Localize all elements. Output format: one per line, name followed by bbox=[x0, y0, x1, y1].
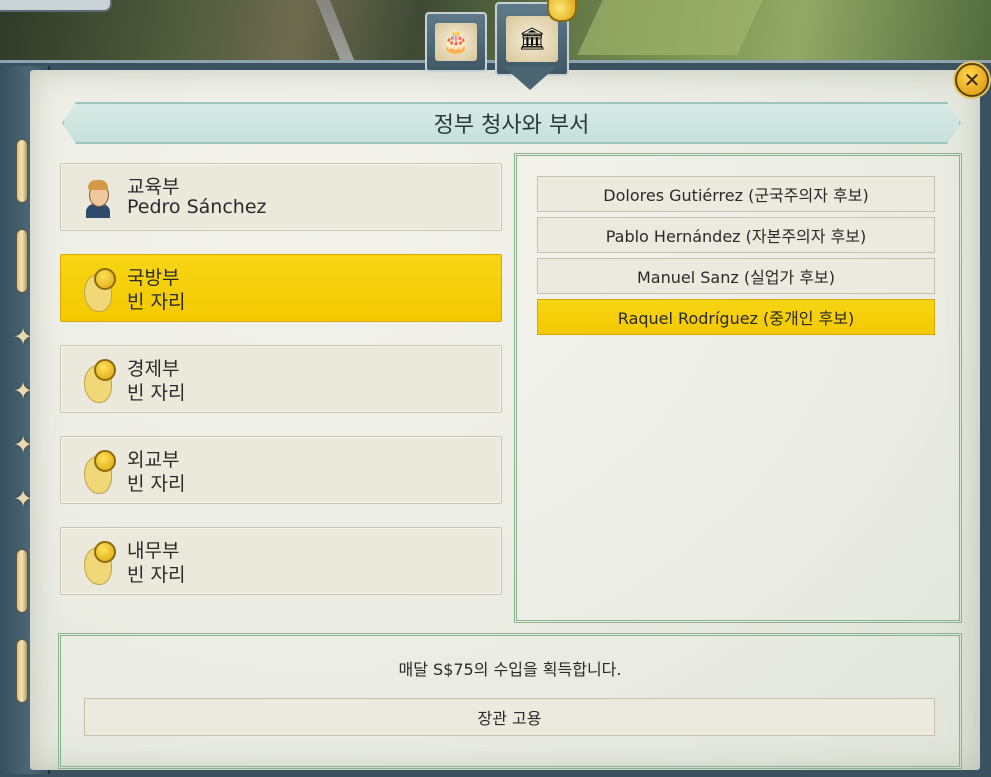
coin-icon bbox=[547, 0, 577, 22]
ministry-foreign-affairs[interactable]: 외교부 빈 자리 bbox=[60, 436, 502, 504]
ministry-defense[interactable]: 국방부 빈 자리 bbox=[60, 254, 502, 322]
empty-slot-icon bbox=[80, 450, 116, 494]
ministry-economy[interactable]: 경제부 빈 자리 bbox=[60, 345, 502, 413]
title-ribbon: 정부 청사와 부서 bbox=[62, 102, 961, 144]
empty-slot-icon bbox=[80, 268, 116, 312]
tab-festival[interactable]: 🎂 bbox=[425, 12, 487, 72]
ministry-name: 교육부 bbox=[127, 176, 180, 198]
portrait-icon bbox=[83, 177, 113, 219]
rivet-ornament bbox=[17, 550, 27, 612]
rivet-ornament bbox=[17, 230, 27, 292]
ministry-name: 경제부 bbox=[127, 358, 180, 380]
page-title: 정부 청사와 부서 bbox=[433, 113, 590, 138]
rivet-ornament bbox=[17, 640, 27, 702]
close-button[interactable]: ✕ bbox=[955, 63, 989, 97]
empty-slot-icon bbox=[80, 541, 116, 585]
candidate-item[interactable]: Dolores Gutiérrez (군국주의자 후보) bbox=[537, 176, 935, 212]
candidate-item[interactable]: Pablo Hernández (자본주의자 후보) bbox=[537, 217, 935, 253]
cake-flags-icon: 🎂 bbox=[435, 23, 477, 61]
ministry-name: 외교부 bbox=[127, 449, 180, 471]
hire-minister-button[interactable]: 장관 고용 bbox=[84, 698, 935, 736]
ministry-holder: Pedro Sánchez bbox=[127, 196, 267, 218]
ministry-holder: 빈 자리 bbox=[127, 291, 186, 313]
ministry-education[interactable]: 교육부 Pedro Sánchez bbox=[60, 163, 502, 231]
empty-slot-icon bbox=[80, 359, 116, 403]
ministry-name: 내무부 bbox=[127, 540, 180, 562]
ministry-holder: 빈 자리 bbox=[127, 564, 186, 586]
active-tab-pointer bbox=[503, 66, 557, 90]
income-text: 매달 S$75의 수입을 획득합니다. bbox=[398, 660, 622, 679]
candidate-item[interactable]: Manuel Sanz (실업가 후보) bbox=[537, 258, 935, 294]
ministry-holder: 빈 자리 bbox=[127, 382, 186, 404]
ministry-holder: 빈 자리 bbox=[127, 473, 186, 495]
ministry-name: 국방부 bbox=[127, 267, 180, 289]
close-icon: ✕ bbox=[963, 68, 981, 92]
candidate-item-selected[interactable]: Raquel Rodríguez (중개인 후보) bbox=[537, 299, 935, 335]
ministry-interior[interactable]: 내무부 빈 자리 bbox=[60, 527, 502, 595]
palace-icon: 🏛 bbox=[506, 16, 558, 62]
top-left-panel-edge bbox=[0, 0, 112, 12]
field bbox=[577, 0, 763, 55]
minister-portrait bbox=[80, 177, 116, 219]
rivet-ornament bbox=[17, 140, 27, 202]
